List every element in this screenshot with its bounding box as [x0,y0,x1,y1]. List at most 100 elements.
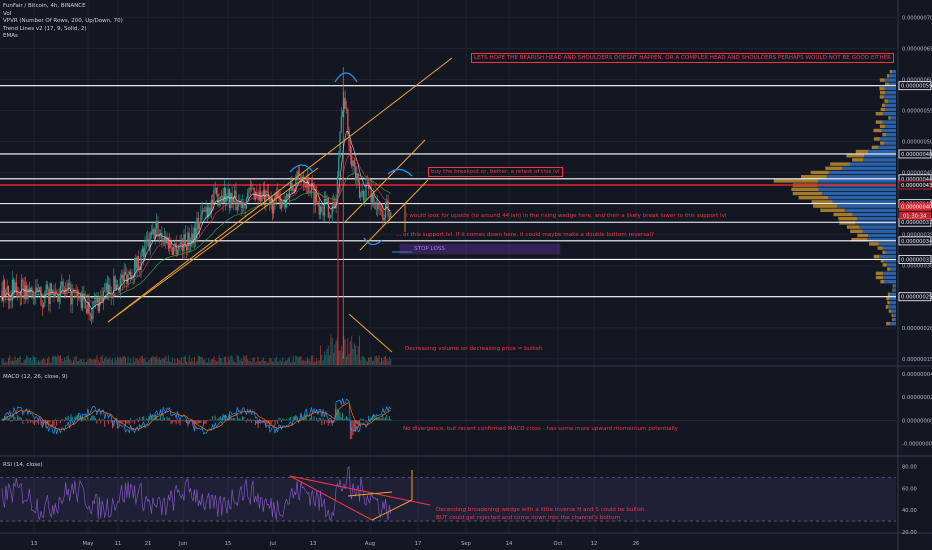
volume-bar [266,362,268,365]
candle-body [149,232,151,248]
candle-body [20,279,23,298]
macd-hist-bar [54,418,56,421]
candle-body [325,199,327,201]
macd-hist-bar [167,418,169,421]
macd-hist-bar [170,420,172,425]
volume-bar [209,362,211,365]
candle-body [41,305,43,308]
vpvr-bar-gold [875,275,884,280]
candle-body [108,284,110,293]
volume-bar [373,360,375,365]
volume-bar [212,359,214,365]
trend-lines-label: Trend Lines v2 (17, 9, Solid, 2) [3,25,87,32]
candle-body [323,199,325,216]
vpvr-bar-blue [888,99,896,103]
vpvr-bar-blue [882,120,896,124]
candle-body [117,284,119,287]
vpvr-bar-blue [889,74,896,78]
volume-bar [359,335,360,365]
volume-bar [238,356,240,365]
note-head-shoulders: LETS HOPE THE BEARISH HEAD AND SHOULDERS… [471,53,895,63]
macd-hist-bar [14,416,16,421]
vpvr-bar-blue [818,179,896,183]
candle-body [4,280,6,296]
price-tag-label: 0.00000043 [901,183,932,189]
candle-body [206,207,208,217]
volume-bar [113,362,115,365]
candle-body [121,274,123,279]
volume-bar [240,358,242,365]
vpvr-bar-blue [883,271,896,275]
volume-bar [230,355,232,365]
vpvr-bar-blue [828,170,896,175]
vpvr-bar-blue [890,267,896,271]
volume-bar [330,334,332,365]
candle-body [316,193,318,202]
volume-bar [227,356,229,365]
volume-bar [333,352,334,365]
volume-bar [195,362,197,365]
volume-bar [379,362,381,365]
vpvr-bar-blue [844,208,896,212]
macd-hist-bar [26,418,28,421]
candle-body [110,295,112,297]
volume-bar [235,362,237,365]
volume-bar [386,358,388,365]
macd-hist-bar [378,418,380,421]
candle-body [309,191,311,193]
macd-hist-bar [10,420,12,422]
candle-body [215,187,218,195]
vpvr-bar-gold [850,229,863,233]
vpvr-bar-blue [893,317,896,322]
volume-bar [83,359,85,365]
volume-bar [300,356,302,365]
volume-bar [162,357,164,365]
vpvr-bar-blue [885,91,896,95]
macd-hist-bar [325,419,327,421]
price-tag-label: 0.00000059 [901,84,932,90]
vpvr-bar-gold [882,133,887,137]
candle-body [280,203,283,209]
macd-hist-bar [86,420,87,421]
volume-bar [95,359,97,365]
volume-bar [213,356,215,365]
x-tick-label: 26 [633,541,640,547]
note-support: ... or this support lvl. If it comes dow… [396,232,655,238]
volume-bar [71,362,73,365]
candle-body [199,221,201,229]
candle-body [257,196,259,200]
volume-bar [236,355,238,365]
macd-hist-bar [8,418,9,421]
macd-hist-bar [36,420,38,423]
y-tick-label: 0.00000055 [902,109,932,115]
macd-hist-bar [27,420,29,424]
candle-body [287,193,289,198]
candle-body [212,199,214,203]
candle-body [195,227,197,238]
volume-bar [382,360,384,365]
macd-hist-bar [204,420,206,424]
candle-body [338,157,340,177]
volume-bar [125,356,126,365]
volume-bar [141,355,143,365]
vpvr-bar-blue [818,187,896,191]
vpvr-bar-blue [884,86,896,91]
candle-body [310,183,312,192]
macd-hist-bar [127,420,129,424]
rsi-y-tick: 20.00 [902,530,917,536]
volume-bar [123,355,125,365]
volume-bar [148,359,150,365]
macd-hist-bar [362,418,364,421]
volume-bar [309,361,311,365]
vpvr-bar-gold [873,254,880,259]
chart-legend: FunFair / Bitcoin, 4h, BINANCE Vol VPVR … [3,3,123,41]
vpvr-bar-blue [857,217,896,221]
volume-bar [184,355,186,365]
note-upside: I would look for upside (to around 44 is… [406,213,727,219]
vpvr-bar-gold [892,317,894,322]
macd-hist-bar [19,417,21,421]
volume-bar [106,359,108,365]
candle-body [74,289,76,291]
chart-canvas[interactable]: 0.000000700.000000650.000000600.00000055… [0,0,932,550]
candle-body [11,279,13,301]
